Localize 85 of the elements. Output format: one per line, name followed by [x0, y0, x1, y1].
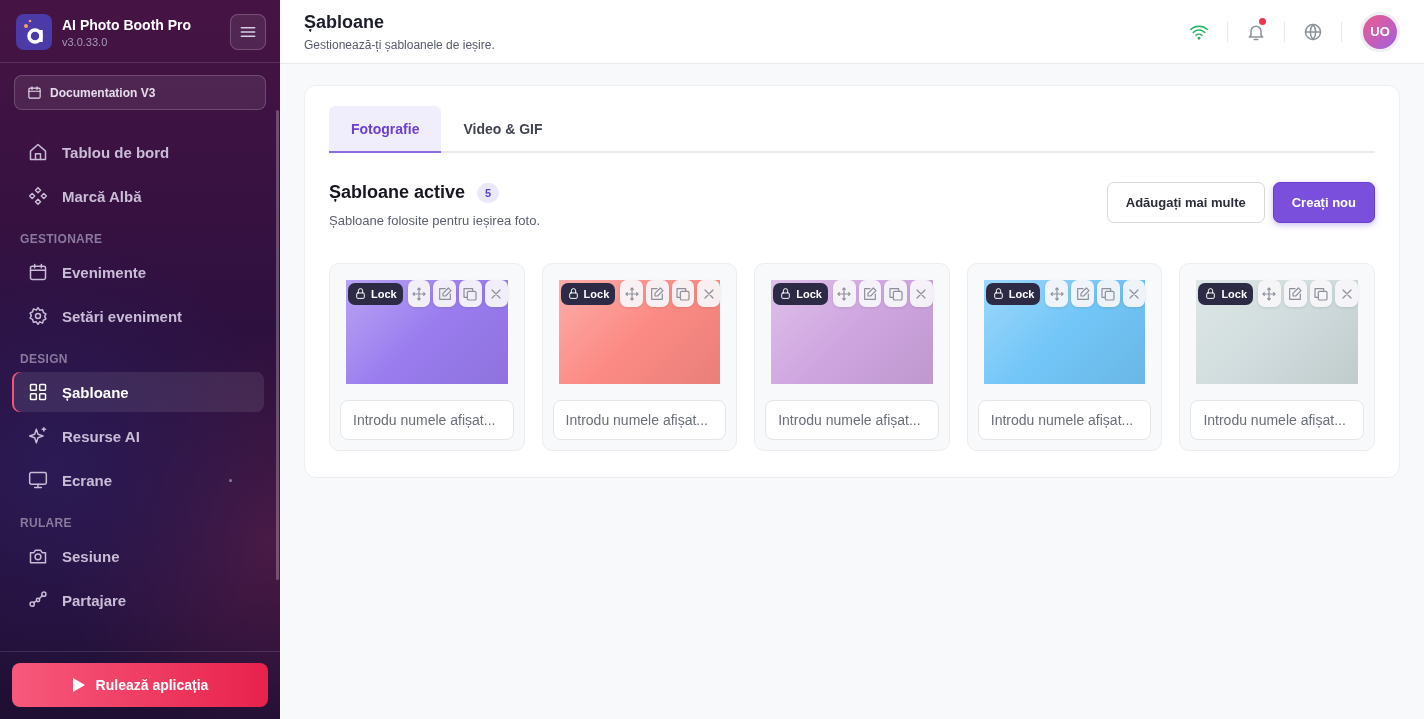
edit-icon	[1074, 285, 1091, 302]
nav-item[interactable]: Tablou de bord	[12, 132, 264, 172]
lock-badge: Lock	[1198, 282, 1254, 305]
camera-icon	[28, 546, 48, 566]
share-icon	[28, 590, 48, 610]
globe-icon[interactable]	[1303, 21, 1323, 42]
duplicate-button[interactable]	[1096, 280, 1120, 307]
home-icon	[28, 142, 48, 162]
section-title: Șabloane active	[329, 182, 466, 203]
edit-icon	[1287, 285, 1304, 302]
nav-item[interactable]: Marcă Albă	[12, 176, 264, 216]
section-heading: GESTIONARE	[19, 231, 104, 248]
close-button[interactable]	[1122, 280, 1146, 307]
move-icon	[623, 285, 640, 302]
close-button[interactable]	[910, 280, 933, 307]
edit-icon	[861, 285, 878, 302]
move-icon	[1048, 285, 1065, 302]
edit-button[interactable]	[433, 280, 457, 307]
nav-item[interactable]: Resurse AI	[12, 416, 264, 456]
duplicate-icon	[887, 285, 904, 302]
duplicate-button[interactable]	[1309, 280, 1333, 307]
user-avatar[interactable]: UO	[1360, 11, 1400, 52]
section-description: Șabloane folosite pentru ieșirea foto.	[329, 213, 542, 228]
move-button[interactable]	[620, 280, 643, 307]
play-icon	[71, 677, 86, 693]
close-button[interactable]	[697, 280, 721, 307]
edit-button[interactable]	[858, 280, 882, 307]
tab[interactable]: Video & GIF	[441, 106, 565, 153]
display-name-field[interactable]: Introdu numele afișat...	[765, 400, 939, 440]
page-subtitle: Gestionează-ți șabloanele de ieșire.	[304, 37, 496, 52]
duplicate-button[interactable]	[884, 280, 908, 307]
lock-badge: Lock	[348, 282, 403, 305]
duplicate-icon	[675, 285, 692, 302]
count-badge: 5	[477, 182, 500, 203]
display-name-field[interactable]: Introdu numele afișat...	[977, 400, 1152, 440]
move-icon	[836, 285, 853, 302]
nav-item[interactable]: Ecrane	[12, 460, 264, 500]
edit-icon	[649, 285, 666, 302]
sparkles-icon	[28, 426, 48, 446]
move-icon	[1261, 285, 1278, 302]
create-button[interactable]: Creați nou	[1272, 182, 1375, 223]
display-name-field[interactable]: Introdu numele afișat...	[552, 400, 727, 440]
lock-badge: Lock	[773, 282, 828, 305]
app-logo	[16, 14, 52, 50]
edit-button[interactable]	[1283, 280, 1307, 307]
nav-item[interactable]: Șabloane	[12, 372, 264, 412]
settings-icon	[28, 306, 48, 326]
edit-button[interactable]	[646, 280, 669, 307]
add-button[interactable]: Adăugați mai multe	[1106, 182, 1265, 223]
app-version: v3.0.33.0	[62, 35, 109, 48]
nav-item[interactable]: Setări eveniment	[12, 296, 264, 336]
move-button[interactable]	[1258, 280, 1281, 307]
diamonds-icon	[28, 186, 48, 206]
event-selector[interactable]: Documentation V3	[14, 75, 266, 110]
move-button[interactable]	[832, 280, 856, 307]
edit-icon	[436, 285, 453, 302]
lock-badge: Lock	[560, 282, 616, 305]
duplicate-button[interactable]	[459, 280, 482, 307]
page-title: Șabloane	[304, 11, 386, 33]
duplicate-icon	[1312, 285, 1329, 302]
duplicate-button[interactable]	[671, 280, 695, 307]
nav-item[interactable]: Sesiune	[12, 536, 264, 576]
tab[interactable]: Fotografie	[329, 106, 442, 153]
display-name-field[interactable]: Introdu numele afișat...	[340, 400, 514, 440]
lock-badge: Lock	[985, 282, 1041, 305]
run-app-button[interactable]: Rulează aplicația	[12, 663, 268, 707]
calendar-icon	[27, 85, 42, 100]
display-name-field[interactable]: Introdu numele afișat...	[1190, 400, 1364, 440]
nav-item[interactable]: Partajare	[12, 580, 264, 620]
move-button[interactable]	[1045, 280, 1069, 307]
move-icon	[411, 285, 428, 302]
nav-item[interactable]: Evenimente	[12, 252, 264, 292]
grid-icon	[28, 382, 48, 402]
monitor-icon	[28, 470, 48, 490]
app-name: AI Photo Booth Pro	[62, 16, 193, 33]
menu-button[interactable]	[230, 14, 266, 50]
duplicate-icon	[1100, 285, 1117, 302]
section-heading: RULARE	[19, 515, 73, 532]
close-button[interactable]	[1335, 280, 1358, 307]
section-heading: DESIGN	[19, 351, 69, 368]
duplicate-icon	[462, 285, 479, 302]
edit-button[interactable]	[1071, 280, 1094, 307]
close-button[interactable]	[484, 280, 508, 307]
calendar-icon	[28, 262, 48, 282]
move-button[interactable]	[407, 280, 431, 307]
